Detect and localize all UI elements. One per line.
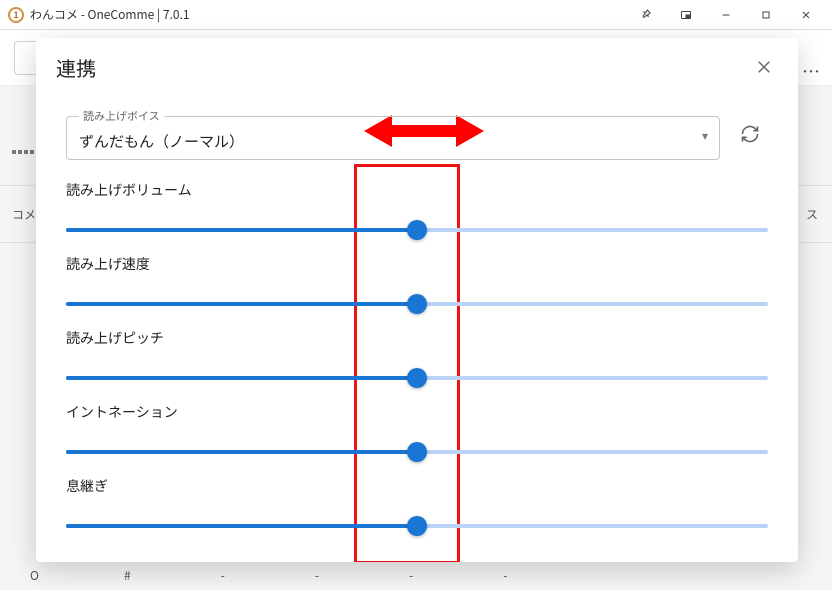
minimize-button[interactable] [706,0,746,30]
picture-in-picture-icon[interactable] [666,0,706,30]
auto-speed-row[interactable]: 自動速度調整 [66,550,768,562]
voice-select[interactable]: 読み上げボイス ずんだもん（ノーマル） ▾ [66,108,720,160]
modal-body: 読み上げボイス ずんだもん（ノーマル） ▾ 読み上げボリューム読み上げ速度読み上… [36,96,798,562]
bg-foot-dash: - [315,567,319,584]
bg-foot-dash: - [409,567,413,584]
slider-thumb[interactable] [407,294,427,314]
slider-label: 読み上げピッチ [66,328,768,348]
slider[interactable] [66,366,768,390]
slider[interactable] [66,514,768,538]
slider-label: 息継ぎ [66,476,768,496]
slider-thumb[interactable] [407,368,427,388]
voice-value: ずんだもん（ノーマル） [79,131,244,152]
modal-header: 連携 [36,38,798,96]
voice-row: 読み上げボイス ずんだもん（ノーマル） ▾ [66,108,768,160]
bg-right-label: ス [806,206,832,223]
chevron-down-icon: ▾ [702,127,708,144]
slider-fill [66,450,417,454]
pin-icon[interactable] [626,0,666,30]
close-window-button[interactable] [786,0,826,30]
window-title: わんコメ - OneComme | 7.0.1 [30,6,189,23]
slider-label: 読み上げボリューム [66,180,768,200]
slider-thumb[interactable] [407,516,427,536]
bg-foot-dash: - [221,567,225,584]
titlebar: 1 わんコメ - OneComme | 7.0.1 [0,0,832,30]
bg-foot-dash: - [503,567,507,584]
modal-title: 連携 [56,53,96,82]
slider-group: 読み上げ速度 [66,254,768,316]
drag-handle-icon [12,150,34,154]
slider-group: 息継ぎ [66,476,768,538]
voice-legend: 読み上げボイス [79,108,164,124]
slider-group: 読み上げボリューム [66,180,768,242]
bg-foot-o: O [30,567,39,584]
slider-group: 読み上げピッチ [66,328,768,390]
settings-modal: 連携 読み上げボイス ずんだもん（ノーマル） ▾ 読み上げボリューム読み上げ速 [36,38,798,562]
overflow-menu-icon[interactable]: … [802,58,822,84]
slider[interactable] [66,218,768,242]
slider-label: イントネーション [66,402,768,422]
slider-thumb[interactable] [407,442,427,462]
slider-fill [66,376,417,380]
app-icon: 1 [8,7,24,23]
slider-fill [66,228,417,232]
slider[interactable] [66,440,768,464]
slider-group: イントネーション [66,402,768,464]
maximize-button[interactable] [746,0,786,30]
slider-fill [66,524,417,528]
slider-fill [66,302,417,306]
close-icon[interactable] [750,53,778,81]
slider-label: 読み上げ速度 [66,254,768,274]
bg-left-label: コメ [0,206,36,223]
slider-thumb[interactable] [407,220,427,240]
refresh-button[interactable] [732,116,768,152]
slider[interactable] [66,292,768,316]
bg-foot-hash: # [124,567,131,584]
bg-footer: O # - - - - [0,567,832,584]
